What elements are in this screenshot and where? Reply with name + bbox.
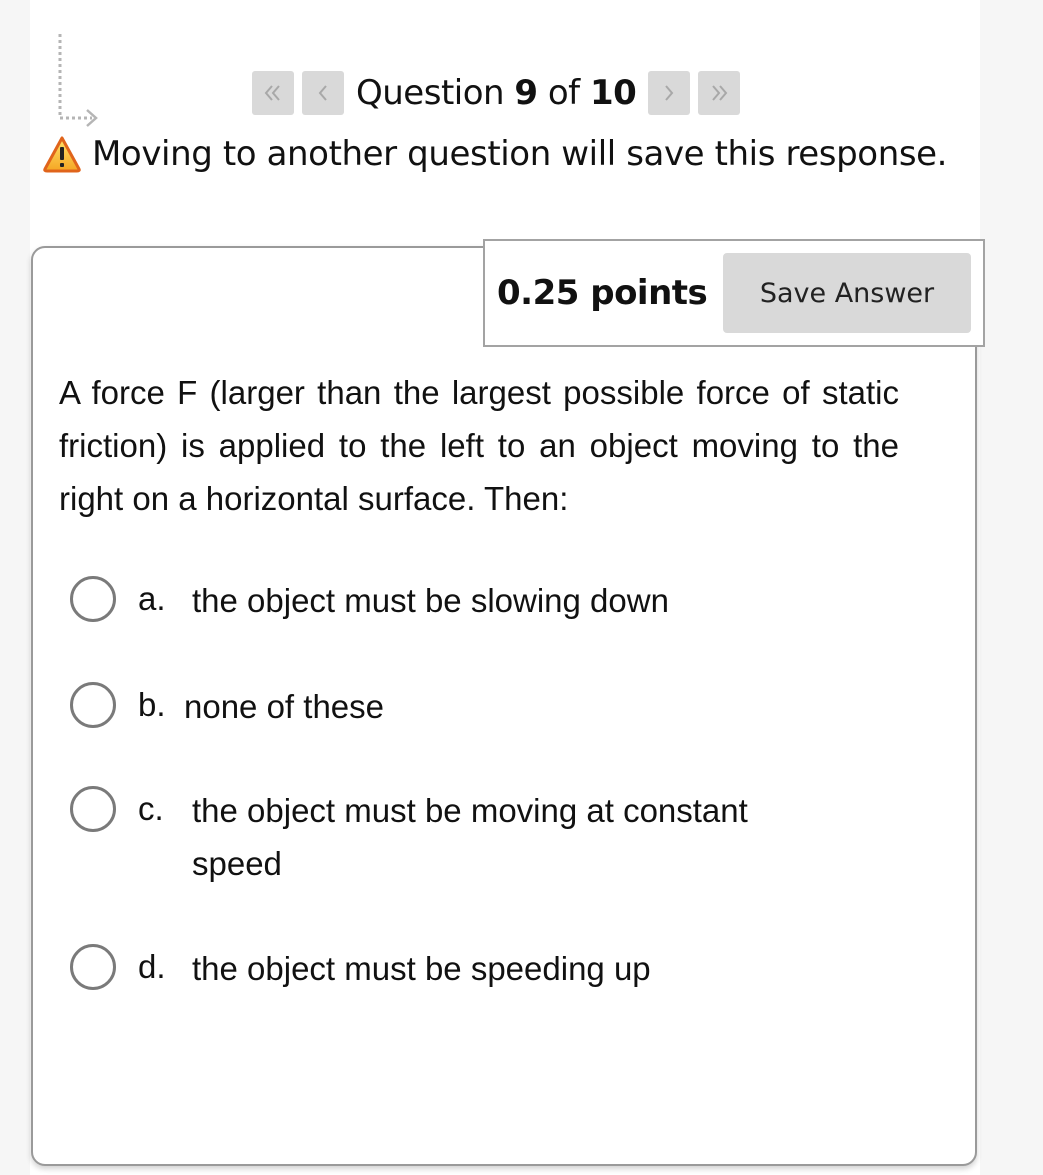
chevron-left-icon <box>318 85 327 101</box>
double-chevron-left-icon <box>264 85 280 101</box>
warning-text: Moving to another question will save thi… <box>92 134 948 174</box>
chevron-right-icon <box>665 85 674 101</box>
option-letter: d. <box>138 948 166 985</box>
radio-button[interactable] <box>70 944 116 990</box>
question-counter: Question 9 of 10 <box>356 73 637 113</box>
option-text: the object must be moving at constant sp… <box>192 792 748 882</box>
option-text: none of these <box>184 688 384 725</box>
current-question-number: 9 <box>514 73 538 113</box>
option-text: the object must be speeding up <box>192 950 651 987</box>
option-letter: c. <box>138 790 164 827</box>
answer-option-b[interactable]: b. none of these <box>70 680 794 733</box>
radio-button[interactable] <box>70 786 116 832</box>
total-questions-number: 10 <box>589 73 637 113</box>
previous-question-button[interactable] <box>302 71 344 115</box>
warning-triangle-icon <box>43 136 81 173</box>
points-value: 0.25 points <box>497 273 708 313</box>
answer-option-a[interactable]: a. the object must be slowing down <box>70 574 802 627</box>
next-question-button[interactable] <box>648 71 691 115</box>
radio-button[interactable] <box>70 682 116 728</box>
double-chevron-right-icon <box>712 85 728 101</box>
last-question-button[interactable] <box>698 71 741 115</box>
option-letter: a. <box>138 580 166 617</box>
save-answer-button[interactable]: Save Answer <box>723 253 971 333</box>
points-header: 0.25 points Save Answer <box>483 239 985 347</box>
answer-option-c[interactable]: c. the object must be moving at constant… <box>70 784 812 890</box>
question-navigation: Question 9 of 10 <box>252 70 741 116</box>
radio-button[interactable] <box>70 576 116 622</box>
question-label: Question <box>356 73 505 113</box>
save-warning: Moving to another question will save thi… <box>42 134 947 174</box>
option-text: the object must be slowing down <box>192 582 669 619</box>
answer-option-d[interactable]: d. the object must be speeding up <box>70 942 802 995</box>
question-text: A force F (larger than the largest possi… <box>59 374 899 517</box>
option-letter: b. <box>138 686 166 723</box>
first-question-button[interactable] <box>252 71 294 115</box>
of-label: of <box>547 73 580 113</box>
dotted-arrow-icon <box>58 34 98 127</box>
